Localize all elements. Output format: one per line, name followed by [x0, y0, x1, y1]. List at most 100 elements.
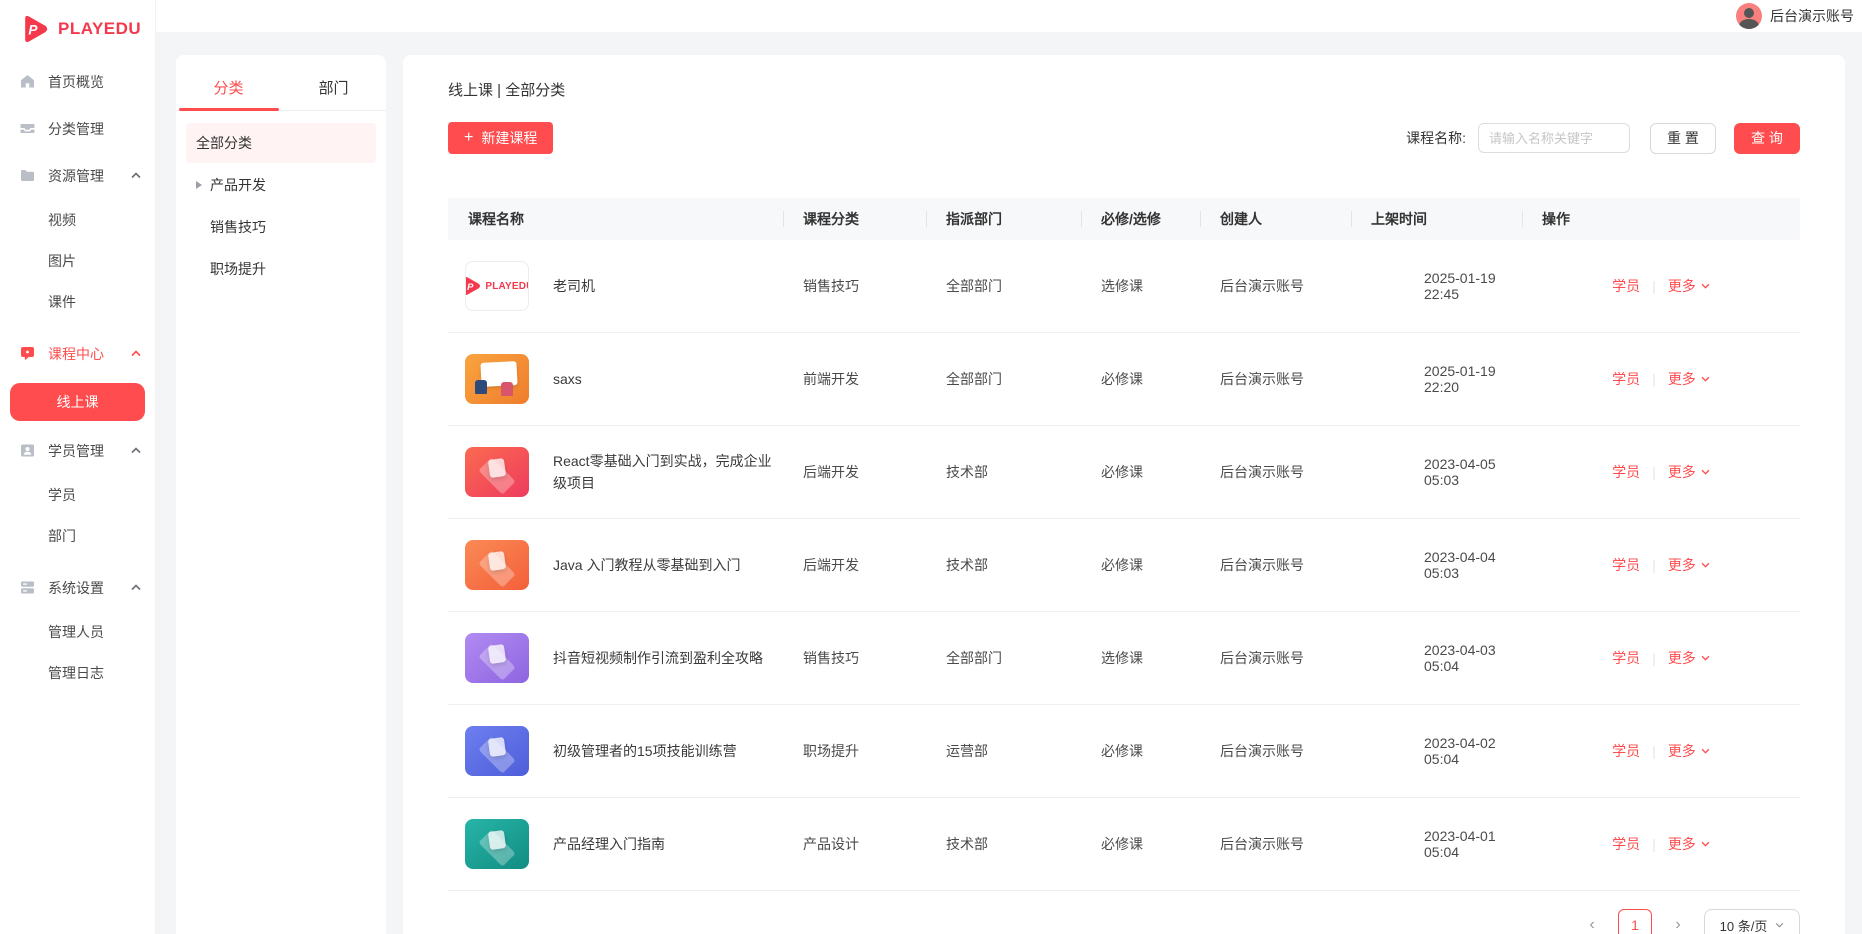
- sidebar-item-categories[interactable]: 分类管理: [0, 105, 155, 152]
- course-thumbnail: [465, 819, 529, 869]
- chevron-down-icon: [1701, 283, 1710, 289]
- new-course-button[interactable]: + 新建课程: [448, 122, 553, 154]
- cell-category: 职场提升: [783, 741, 926, 761]
- sidebar-item-label: 资源管理: [48, 166, 131, 186]
- server-icon: [20, 580, 35, 595]
- chevron-up-icon: [131, 172, 141, 179]
- cell-category: 前端开发: [783, 369, 926, 389]
- reset-button[interactable]: 重 置: [1650, 123, 1716, 154]
- action-separator: |: [1652, 464, 1656, 480]
- brand-name: PLAYEDU: [485, 281, 529, 292]
- more-label: 更多: [1668, 462, 1696, 482]
- table-row: P PLAYEDU 老司机 销售技巧 全部部门 选修课 后台演示账号 2025-…: [448, 240, 1800, 333]
- cell-department: 技术部: [926, 555, 1081, 575]
- chevron-up-icon: [131, 447, 141, 454]
- topbar: 后台演示账号: [156, 0, 1862, 32]
- tab-category[interactable]: 分类: [176, 69, 281, 110]
- category-item-sales-skills[interactable]: 销售技巧: [186, 207, 376, 247]
- more-label: 更多: [1668, 369, 1696, 389]
- more-dropdown[interactable]: 更多: [1668, 369, 1710, 389]
- more-dropdown[interactable]: 更多: [1668, 741, 1710, 761]
- account-name: 后台演示账号: [1770, 6, 1854, 26]
- sidebar-item-label: 学员管理: [48, 441, 131, 461]
- course-title: 老司机: [553, 275, 595, 297]
- action-separator: |: [1652, 278, 1656, 294]
- more-dropdown[interactable]: 更多: [1668, 462, 1710, 482]
- next-page-button[interactable]: ›: [1664, 909, 1692, 934]
- expander-triangle-icon[interactable]: [196, 181, 202, 189]
- course-name-input[interactable]: [1478, 123, 1630, 153]
- cell-publish-time: 2023-04-01 05:04: [1351, 828, 1522, 860]
- cell-publish-time: 2023-04-03 05:04: [1351, 642, 1522, 674]
- sidebar-item-administrators[interactable]: 管理人员: [0, 611, 155, 652]
- category-item-product-dev[interactable]: 产品开发: [186, 165, 376, 205]
- sidebar-item-images[interactable]: 图片: [0, 240, 155, 281]
- sidebar-item-departments[interactable]: 部门: [0, 515, 155, 556]
- query-button[interactable]: 查 询: [1734, 123, 1800, 154]
- sidebar-item-resources[interactable]: 资源管理: [0, 152, 155, 199]
- table-row: 产品经理入门指南 产品设计 技术部 必修课 后台演示账号 2023-04-01 …: [448, 798, 1800, 891]
- sidebar-item-label: 管理日志: [48, 663, 104, 683]
- sidebar-item-dashboard[interactable]: 首页概览: [0, 58, 155, 105]
- more-label: 更多: [1668, 834, 1696, 854]
- svg-text:P: P: [468, 282, 475, 292]
- sidebar-item-courseware[interactable]: 课件: [0, 281, 155, 322]
- members-link[interactable]: 学员: [1612, 648, 1640, 668]
- sidebar-item-videos[interactable]: 视频: [0, 199, 155, 240]
- category-item-career-growth[interactable]: 职场提升: [186, 249, 376, 289]
- more-dropdown[interactable]: 更多: [1668, 276, 1710, 296]
- sidebar-item-label: 部门: [48, 526, 76, 546]
- members-link[interactable]: 学员: [1612, 369, 1640, 389]
- cell-type: 选修课: [1081, 648, 1200, 668]
- main-content-card: 线上课 | 全部分类 + 新建课程 课程名称: 重 置 查 询 课程名称 课程分…: [403, 55, 1845, 934]
- id-card-icon: [20, 443, 35, 458]
- more-dropdown[interactable]: 更多: [1668, 555, 1710, 575]
- members-link[interactable]: 学员: [1612, 555, 1640, 575]
- cell-publish-time: 2025-01-19 22:45: [1351, 270, 1522, 302]
- cell-type: 必修课: [1081, 741, 1200, 761]
- chevron-down-icon: [1701, 655, 1710, 661]
- chevron-down-icon: [1775, 922, 1784, 928]
- sidebar-item-online-course-active[interactable]: 线上课: [10, 383, 145, 421]
- page-number-1[interactable]: 1: [1618, 909, 1652, 934]
- cell-publish-time: 2023-04-02 05:04: [1351, 735, 1522, 767]
- members-link[interactable]: 学员: [1612, 276, 1640, 296]
- sidebar-item-course-center[interactable]: 课程中心: [0, 330, 155, 377]
- sidebar-item-admin-logs[interactable]: 管理日志: [0, 652, 155, 693]
- prev-page-button[interactable]: ‹: [1578, 909, 1606, 934]
- more-label: 更多: [1668, 276, 1696, 296]
- action-separator: |: [1652, 557, 1656, 573]
- cell-creator: 后台演示账号: [1200, 834, 1351, 854]
- cell-category: 销售技巧: [783, 648, 926, 668]
- members-link[interactable]: 学员: [1612, 834, 1640, 854]
- tab-department[interactable]: 部门: [281, 69, 386, 110]
- new-course-label: 新建课程: [481, 128, 537, 148]
- more-label: 更多: [1668, 555, 1696, 575]
- category-item-label: 产品开发: [210, 175, 266, 195]
- search-bar: 课程名称: 重 置 查 询: [1406, 123, 1800, 154]
- sidebar-item-system-settings[interactable]: 系统设置: [0, 564, 155, 611]
- more-label: 更多: [1668, 741, 1696, 761]
- members-link[interactable]: 学员: [1612, 462, 1640, 482]
- category-item-label: 全部分类: [196, 133, 252, 153]
- members-link[interactable]: 学员: [1612, 741, 1640, 761]
- category-icon: [20, 121, 35, 136]
- page-size-select[interactable]: 10 条/页: [1704, 909, 1800, 934]
- category-item-all[interactable]: 全部分类: [186, 123, 376, 163]
- cell-department: 全部部门: [926, 276, 1081, 296]
- account-menu[interactable]: 后台演示账号: [1736, 3, 1854, 29]
- course-title: 抖音短视频制作引流到盈利全攻略: [553, 647, 763, 669]
- chevron-down-icon: [1701, 562, 1710, 568]
- playedu-admin-app: 后台演示账号 P PLAYEDU 首页概览 分类管理: [0, 0, 1862, 934]
- search-label: 课程名称:: [1406, 128, 1466, 148]
- sidebar-item-students[interactable]: 学员: [0, 474, 155, 515]
- sidebar-item-student-management[interactable]: 学员管理: [0, 427, 155, 474]
- more-dropdown[interactable]: 更多: [1668, 834, 1710, 854]
- brand-logo[interactable]: P PLAYEDU: [0, 0, 155, 48]
- course-thumbnail: [465, 447, 529, 497]
- cell-department: 运营部: [926, 741, 1081, 761]
- home-icon: [20, 74, 35, 89]
- cell-creator: 后台演示账号: [1200, 276, 1351, 296]
- more-dropdown[interactable]: 更多: [1668, 648, 1710, 668]
- cell-creator: 后台演示账号: [1200, 462, 1351, 482]
